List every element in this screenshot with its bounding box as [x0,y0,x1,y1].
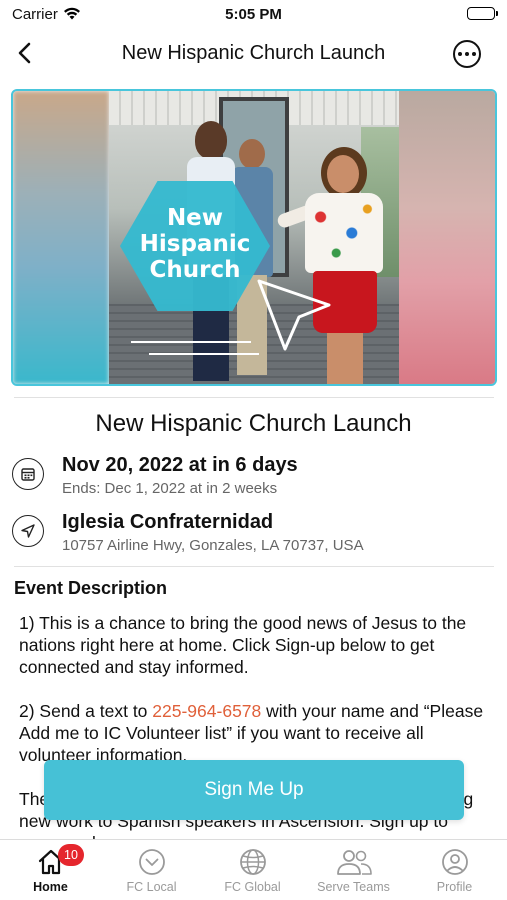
event-title: New Hispanic Church Launch [95,410,412,437]
event-date: Nov 20, 2022 at in 6 days [62,454,298,476]
tab-home[interactable]: 10 Home [0,844,101,894]
tab-bar: 10 Home FC Local FC Global Serve Teams P… [0,839,507,900]
cursor-arrow-graphic [257,279,331,351]
banner-photo: New Hispanic Church [109,91,401,384]
hex-text-line: Church [149,257,241,283]
more-options-button[interactable] [453,40,481,68]
page-title: New Hispanic Church Launch [121,42,386,64]
tab-label: Serve Teams [317,880,390,894]
calendar-icon [12,458,44,490]
description-paragraph: 2) Send a text to 225-964-6578 with your… [19,701,484,765]
people-icon [336,850,372,875]
divider [14,397,494,398]
tab-serve-teams[interactable]: Serve Teams [303,848,404,894]
sign-up-button[interactable]: Sign Me Up [44,760,464,820]
tab-label: Home [33,880,68,894]
tab-label: FC Local [126,880,177,894]
notification-badge: 10 [58,844,84,866]
tab-label: Profile [436,880,473,894]
more-horizontal-circle-icon [458,52,462,56]
banner-blur-right [399,91,495,384]
description-body: 1) This is a chance to bring the good ne… [19,612,489,876]
status-bar: Carrier 5:05 PM [0,0,507,30]
tab-fc-global[interactable]: FC Global [202,848,303,894]
phone-link[interactable]: 225-964-6578 [152,701,261,721]
hex-text-line: Hispanic [139,231,251,257]
tab-fc-local[interactable]: FC Local [101,848,202,894]
chevron-left-icon [18,42,31,64]
hex-text-line: New [166,205,224,231]
profile-icon [441,849,468,875]
banner-blur-left [13,91,109,384]
back-button[interactable] [8,36,42,70]
tab-label: FC Global [224,880,281,894]
divider [14,566,494,567]
event-location-name: Iglesia Confraternidad [62,511,274,533]
description-paragraph: 1) This is a chance to bring the good ne… [19,613,467,677]
event-banner-image: New Hispanic Church [11,89,497,386]
chevron-down-circle-icon [138,849,165,875]
description-heading: Event Description [14,578,168,598]
status-time: 5:05 PM [225,6,282,23]
nav-header: New Hispanic Church Launch [0,30,507,76]
event-location-address: 10757 Airline Hwy, Gonzales, LA 70737, U… [62,537,364,554]
globe-icon [239,849,266,875]
battery-icon [467,7,498,20]
tab-profile[interactable]: Profile [404,848,505,894]
location-arrow-icon [12,515,44,547]
event-end-date: Ends: Dec 1, 2022 at in 2 weeks [62,480,278,497]
